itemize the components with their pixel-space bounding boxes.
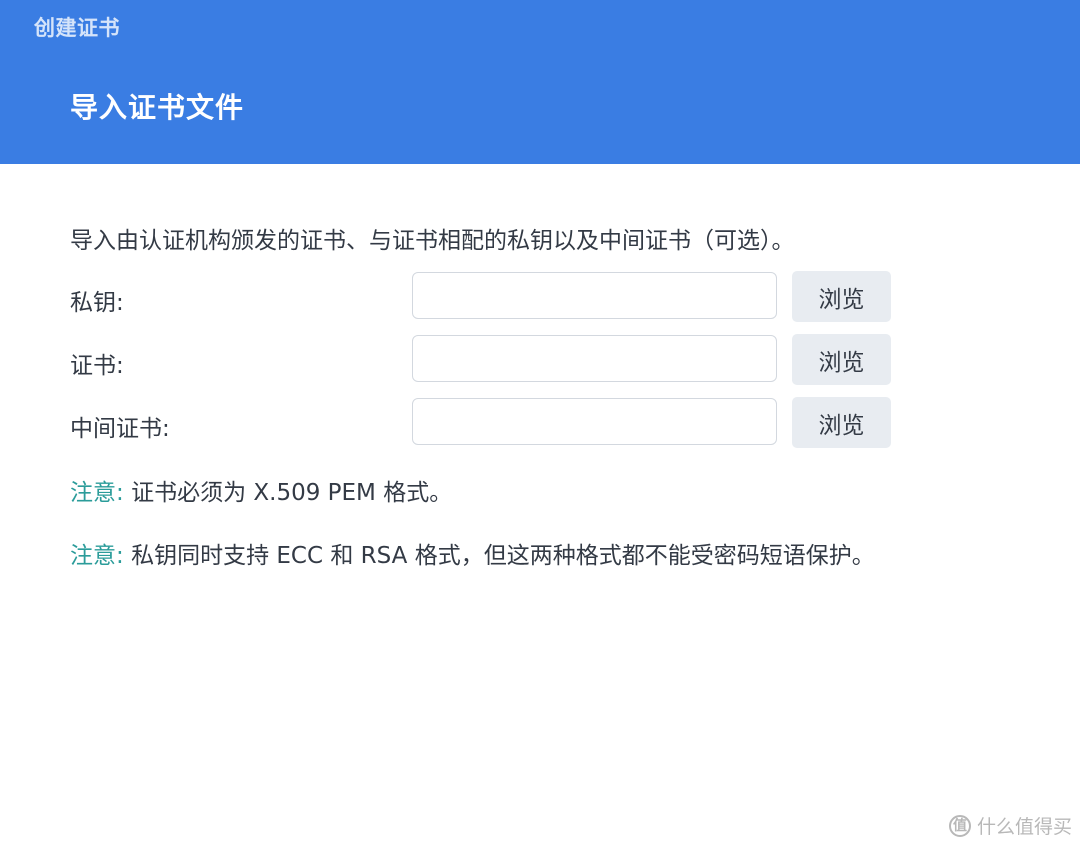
- certificate-browse-button[interactable]: 浏览: [792, 334, 891, 385]
- watermark: 值 什么值得买: [948, 812, 1072, 839]
- intermediate-certificate-browse-button[interactable]: 浏览: [792, 397, 891, 448]
- private-key-label: 私钥:: [70, 290, 124, 316]
- note-pem-format: 注意: 证书必须为 X.509 PEM 格式。: [70, 473, 452, 507]
- note-key-format: 注意: 私钥同时支持 ECC 和 RSA 格式，但这两种格式都不能受密码短语保护…: [70, 536, 875, 570]
- intermediate-certificate-file-input[interactable]: [412, 398, 777, 445]
- window-title: 创建证书: [34, 16, 120, 40]
- certificate-file-input[interactable]: [412, 335, 777, 382]
- watermark-text: 什么值得买: [976, 816, 1072, 838]
- certificate-label: 证书:: [70, 353, 124, 379]
- private-key-file-input[interactable]: [412, 272, 777, 319]
- note-prefix: 注意:: [70, 543, 124, 569]
- private-key-browse-button[interactable]: 浏览: [792, 271, 891, 322]
- note-text: 证书必须为 X.509 PEM 格式。: [131, 480, 453, 506]
- note-prefix: 注意:: [70, 480, 124, 506]
- page-title: 导入证书文件: [70, 91, 245, 124]
- smzdm-logo-icon: 值: [948, 814, 971, 837]
- note-text: 私钥同时支持 ECC 和 RSA 格式，但这两种格式都不能受密码短语保护。: [131, 543, 875, 569]
- dialog-content: 导入由认证机构颁发的证书、与证书相配的私钥以及中间证书（可选）。 私钥: 浏览 …: [0, 164, 1080, 849]
- description-text: 导入由认证机构颁发的证书、与证书相配的私钥以及中间证书（可选）。: [70, 228, 795, 254]
- dialog-header: 创建证书 导入证书文件: [0, 0, 1080, 164]
- intermediate-certificate-label: 中间证书:: [70, 416, 170, 442]
